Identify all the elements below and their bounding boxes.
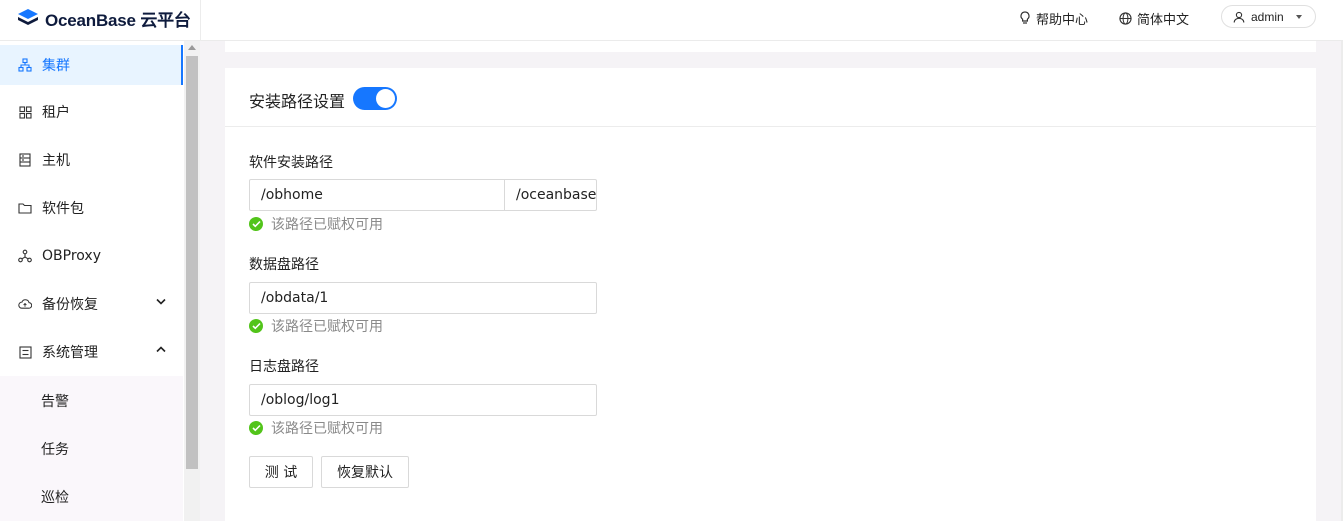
scroll-up-arrow-icon[interactable] xyxy=(188,45,196,50)
sidebar-item-label: 主机 xyxy=(42,153,70,169)
sidebar-subitem-label: 巡检 xyxy=(41,490,69,506)
install-path-card: 安装路径设置 软件安装路径 /obhome /oceanbase 该路径已赋权可… xyxy=(225,68,1316,521)
data-disk-path-input-group: /obdata/1 xyxy=(249,282,597,314)
logo-text: OceanBase 云平台 xyxy=(45,10,191,30)
chevron-down-icon xyxy=(156,298,166,305)
sidebar-item-label: 软件包 xyxy=(42,201,84,217)
log-disk-path-hint-text: 该路径已赋权可用 xyxy=(271,421,383,437)
check-circle-icon xyxy=(249,319,263,333)
previous-card-bottom xyxy=(225,41,1316,52)
sidebar-item-label: 备份恢复 xyxy=(42,297,98,313)
language-switch[interactable]: 简体中文 xyxy=(1119,9,1190,28)
software-path-input-group: /obhome /oceanbase xyxy=(249,179,597,211)
software-path-suffix: /oceanbase xyxy=(505,179,597,211)
caret-down-icon xyxy=(1296,15,1302,19)
data-disk-path-input[interactable]: /obdata/1 xyxy=(249,282,597,314)
header-divider xyxy=(200,0,201,41)
log-disk-path-input-group: /oblog/log1 xyxy=(249,384,597,416)
sidebar-subitem-label: 告警 xyxy=(41,394,69,410)
help-center-link[interactable]: 帮助中心 xyxy=(1019,9,1089,28)
data-disk-path-label: 数据盘路径 xyxy=(249,257,319,273)
install-path-title: 安装路径设置 xyxy=(249,92,346,111)
sidebar-item-obproxy[interactable]: OBProxy xyxy=(0,236,183,276)
log-disk-path-hint: 该路径已赋权可用 xyxy=(249,419,383,437)
sidebar-item-tenant[interactable]: 租户 xyxy=(0,92,183,132)
sidebar-subitem-alert[interactable]: 告警 xyxy=(0,381,183,421)
chevron-up-icon xyxy=(156,346,166,353)
sidebar-item-label: 集群 xyxy=(42,58,70,74)
install-path-toggle[interactable] xyxy=(353,87,397,110)
help-center-label: 帮助中心 xyxy=(1036,12,1089,28)
user-icon xyxy=(1233,11,1245,23)
software-path-input[interactable]: /obhome xyxy=(249,179,505,211)
data-disk-path-hint-text: 该路径已赋权可用 xyxy=(271,319,383,335)
software-path-label: 软件安装路径 xyxy=(249,155,333,171)
host-icon xyxy=(18,153,32,167)
software-path-hint: 该路径已赋权可用 xyxy=(249,215,383,233)
log-disk-path-label: 日志盘路径 xyxy=(249,359,319,375)
language-label: 简体中文 xyxy=(1137,12,1190,28)
toggle-knob xyxy=(376,89,395,108)
sidebar-item-software-package[interactable]: 软件包 xyxy=(0,188,183,228)
proxy-icon xyxy=(18,249,32,263)
oceanbase-logo-icon xyxy=(18,9,38,25)
tenant-icon xyxy=(18,105,32,119)
sidebar-item-system-management[interactable]: 系统管理 xyxy=(0,332,183,372)
check-circle-icon xyxy=(249,217,263,231)
logo[interactable]: OceanBase 云平台 xyxy=(17,8,191,30)
system-management-submenu: 告警 任务 巡检 xyxy=(0,376,183,521)
data-disk-path-hint: 该路径已赋权可用 xyxy=(249,317,383,335)
sidebar-item-backup-restore[interactable]: 备份恢复 xyxy=(0,284,183,324)
sidebar-item-label: 租户 xyxy=(42,105,70,121)
user-name: admin xyxy=(1251,9,1284,24)
bulb-icon xyxy=(1020,11,1030,24)
sidebar-subitem-label: 任务 xyxy=(41,442,69,458)
folder-icon xyxy=(18,201,32,215)
sidebar-scrollbar-thumb[interactable] xyxy=(186,56,198,469)
sidebar: 集群 租户 主机 软件包 OBProxy 备份恢复 系统管理 告警 任务 巡检 xyxy=(0,41,200,521)
check-circle-icon xyxy=(249,421,263,435)
sidebar-item-label: 系统管理 xyxy=(42,345,98,361)
sidebar-subitem-task[interactable]: 任务 xyxy=(0,429,183,469)
sidebar-item-host[interactable]: 主机 xyxy=(0,140,183,180)
test-button[interactable]: 测 试 xyxy=(249,456,313,488)
reset-default-button[interactable]: 恢复默认 xyxy=(321,456,409,488)
cloud-backup-icon xyxy=(18,297,32,311)
sidebar-subitem-inspection[interactable]: 巡检 xyxy=(0,477,183,517)
software-path-hint-text: 该路径已赋权可用 xyxy=(271,217,383,233)
sidebar-item-label: OBProxy xyxy=(42,248,101,264)
log-disk-path-input[interactable]: /oblog/log1 xyxy=(249,384,597,416)
cluster-icon xyxy=(18,58,32,72)
user-menu-button[interactable]: admin xyxy=(1221,5,1316,28)
install-path-card-header: 安装路径设置 xyxy=(225,68,1316,127)
system-icon xyxy=(18,345,32,359)
sidebar-item-cluster[interactable]: 集群 xyxy=(0,45,183,85)
globe-icon xyxy=(1119,11,1132,25)
top-header: OceanBase 云平台 帮助中心 简体中文 admin xyxy=(0,0,1343,41)
